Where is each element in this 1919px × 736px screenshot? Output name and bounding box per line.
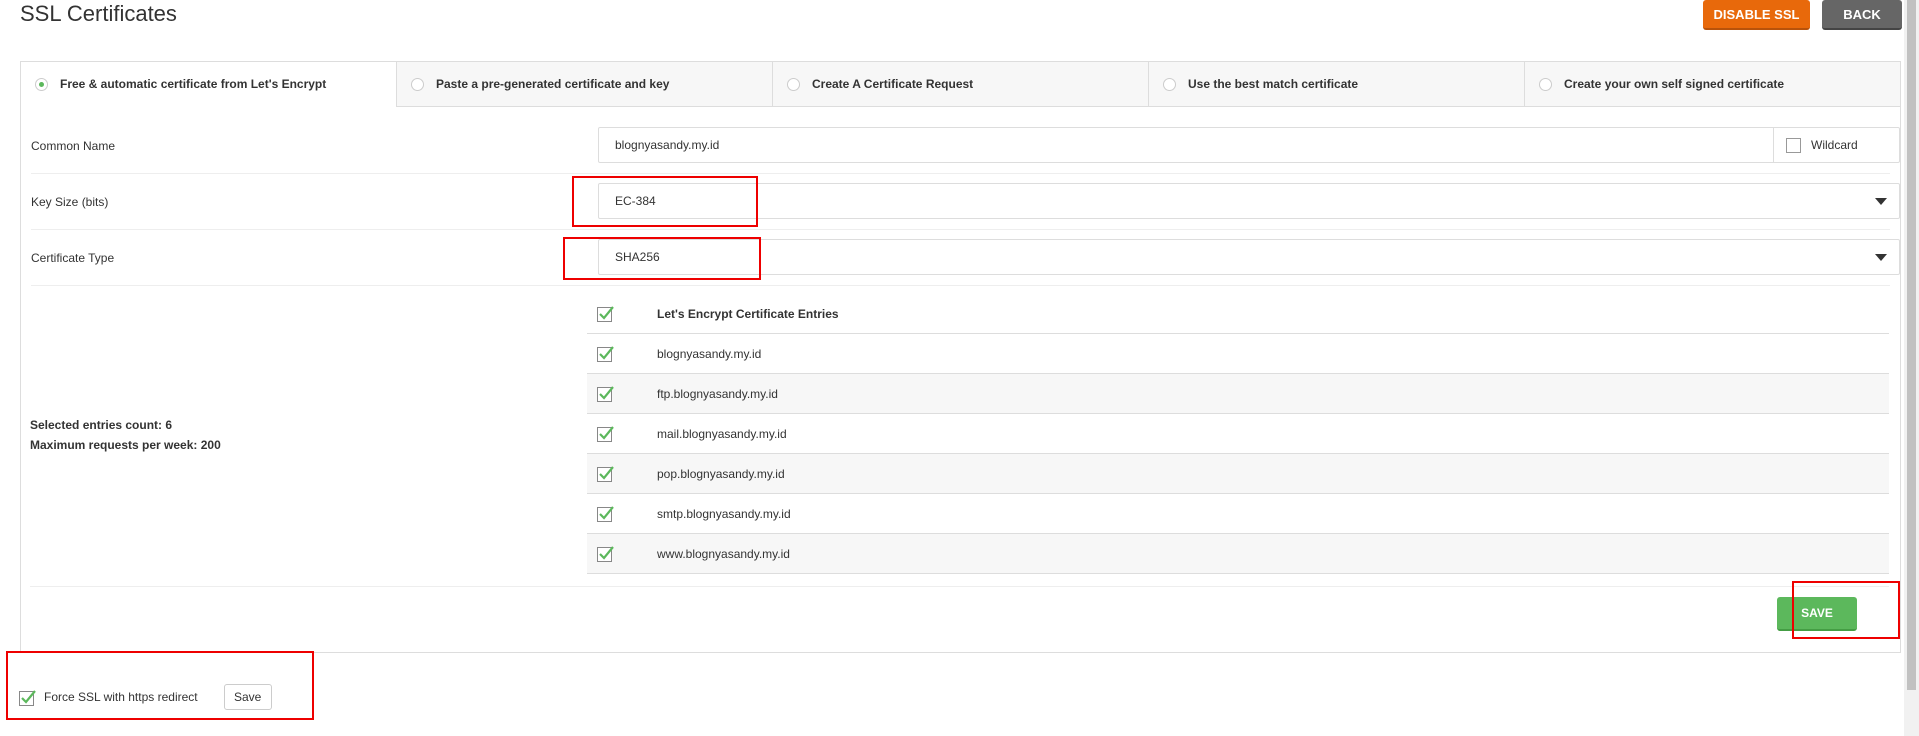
common-name-row: Common Name blognyasandy.my.id Wildcard	[31, 118, 1900, 174]
max-requests-per-week: Maximum requests per week: 200	[30, 438, 221, 452]
entries-header-label: Let's Encrypt Certificate Entries	[657, 306, 839, 321]
disable-ssl-button[interactable]: DISABLE SSL	[1703, 0, 1810, 30]
checkbox-checked-icon[interactable]	[597, 305, 614, 322]
entry-domain: ftp.blognyasandy.my.id	[657, 386, 778, 401]
list-item: ftp.blognyasandy.my.id	[587, 374, 1889, 414]
radio-icon[interactable]	[1539, 77, 1552, 91]
list-item: www.blognyasandy.my.id	[587, 534, 1889, 574]
entry-domain: smtp.blognyasandy.my.id	[657, 506, 791, 521]
tab-label: Create your own self signed certificate	[1564, 77, 1785, 91]
tab-label: Paste a pre-generated certificate and ke…	[436, 77, 670, 91]
dropdown-caret-icon	[1875, 198, 1887, 205]
checkbox-checked-icon[interactable]	[597, 465, 614, 482]
wildcard-label: Wildcard	[1811, 138, 1858, 152]
list-item: smtp.blognyasandy.my.id	[587, 494, 1889, 534]
radio-selected-icon[interactable]	[35, 77, 48, 91]
checkbox-checked-icon[interactable]	[597, 425, 614, 442]
radio-icon[interactable]	[411, 77, 424, 91]
entries-header: Let's Encrypt Certificate Entries	[587, 294, 1889, 334]
divider	[30, 586, 1889, 587]
wildcard-checkbox[interactable]	[1786, 137, 1801, 153]
certificate-type-label: Certificate Type	[31, 251, 115, 265]
highlight-box-force-ssl	[6, 651, 314, 720]
checkbox-checked-icon[interactable]	[597, 545, 614, 562]
entry-domain: pop.blognyasandy.my.id	[657, 466, 785, 481]
back-button[interactable]: BACK	[1822, 0, 1902, 30]
tab-self-signed[interactable]: Create your own self signed certificate	[1524, 62, 1900, 107]
entry-domain: mail.blognyasandy.my.id	[657, 426, 787, 441]
key-size-row: Key Size (bits) EC-384	[31, 174, 1900, 230]
dropdown-caret-icon	[1875, 254, 1887, 261]
radio-icon[interactable]	[787, 77, 800, 91]
tab-label: Create A Certificate Request	[812, 77, 974, 91]
tab-certificate-request[interactable]: Create A Certificate Request	[772, 62, 1148, 107]
certificate-entries-list: Let's Encrypt Certificate Entries blogny…	[587, 294, 1889, 574]
list-item: pop.blognyasandy.my.id	[587, 454, 1889, 494]
certificate-type-select[interactable]: SHA256	[598, 239, 1900, 275]
radio-icon[interactable]	[1163, 77, 1176, 91]
tab-label: Free & automatic certificate from Let's …	[60, 77, 327, 91]
checkbox-checked-icon[interactable]	[597, 385, 614, 402]
tab-lets-encrypt[interactable]: Free & automatic certificate from Let's …	[21, 62, 396, 107]
common-name-label: Common Name	[31, 139, 116, 153]
certificate-type-row: Certificate Type SHA256	[31, 230, 1900, 286]
selected-entries-count: Selected entries count: 6	[30, 418, 173, 432]
tab-paste-certificate[interactable]: Paste a pre-generated certificate and ke…	[396, 62, 772, 107]
key-size-label: Key Size (bits)	[31, 195, 109, 209]
highlight-box-certificate-type	[563, 237, 761, 280]
entry-domain: blognyasandy.my.id	[657, 346, 762, 361]
wildcard-option[interactable]: Wildcard	[1773, 128, 1899, 162]
key-size-select[interactable]: EC-384	[598, 183, 1900, 219]
common-name-value: blognyasandy.my.id	[615, 138, 720, 152]
checkbox-checked-icon[interactable]	[597, 345, 614, 362]
tab-bar: Free & automatic certificate from Let's …	[21, 62, 1900, 107]
list-item: blognyasandy.my.id	[587, 334, 1889, 374]
highlight-box-key-size	[572, 176, 758, 227]
list-item: mail.blognyasandy.my.id	[587, 414, 1889, 454]
common-name-field[interactable]: blognyasandy.my.id Wildcard	[598, 127, 1900, 163]
checkbox-checked-icon[interactable]	[597, 505, 614, 522]
tab-label: Use the best match certificate	[1188, 77, 1359, 91]
tab-best-match[interactable]: Use the best match certificate	[1148, 62, 1524, 107]
scrollbar[interactable]	[1904, 0, 1919, 736]
scrollbar-thumb[interactable]	[1907, 0, 1916, 690]
selected-counts: Selected entries count: 6 Maximum reques…	[30, 415, 221, 455]
entry-domain: www.blognyasandy.my.id	[657, 546, 790, 561]
highlight-box-save	[1792, 581, 1900, 639]
page-title: SSL Certificates	[20, 1, 177, 26]
